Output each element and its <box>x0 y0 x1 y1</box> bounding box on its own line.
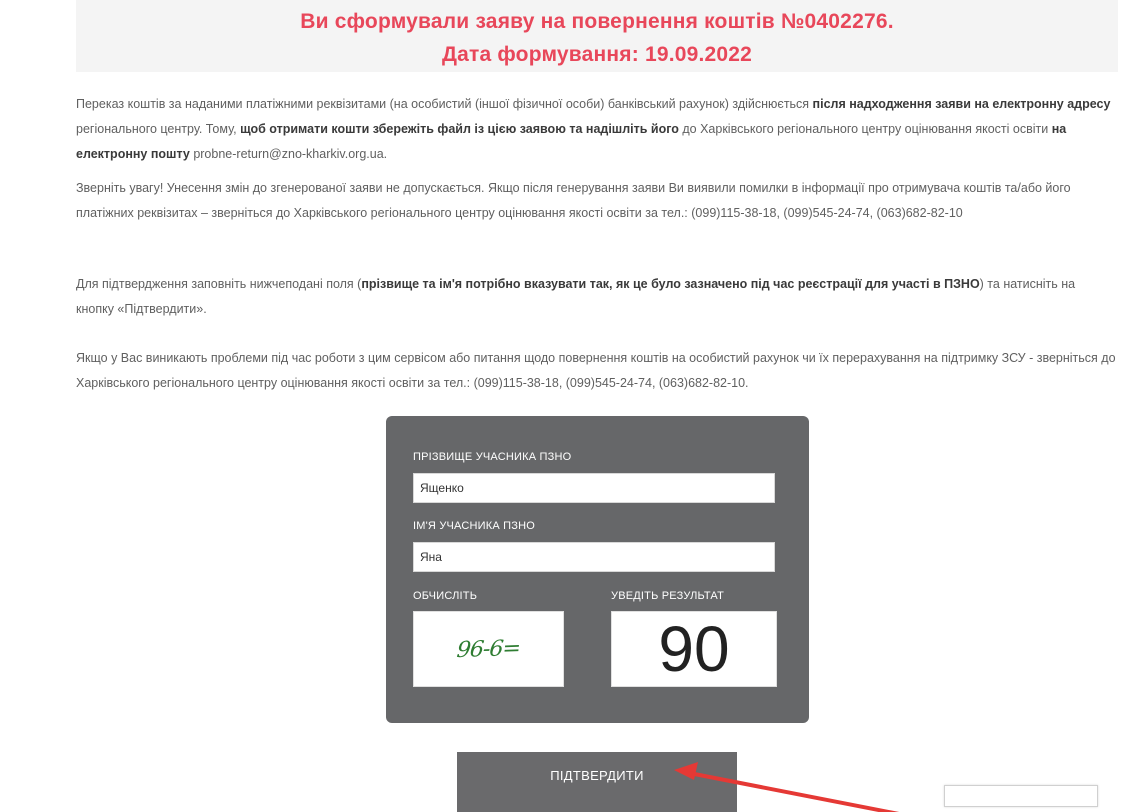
calc-label: ОБЧИСЛІТЬ <box>413 590 478 602</box>
result-input[interactable]: 90 <box>611 611 777 687</box>
bold-text-segment: щоб отримати кошти збережіть файл із ціє… <box>240 122 679 136</box>
text-segment: Для підтвердження заповніть нижчеподані … <box>76 277 362 291</box>
result-label: УВЕДІТЬ РЕЗУЛЬТАТ <box>611 590 725 602</box>
surname-input[interactable] <box>413 473 775 503</box>
support-contact-paragraph: Якщо у Вас виникають проблеми під час ро… <box>76 346 1116 396</box>
bold-text-segment: прізвище та ім'я потрібно вказувати так,… <box>361 277 980 291</box>
name-label: ІМ'Я УЧАСНИКА ПЗНО <box>413 520 535 532</box>
bold-text-segment: після надходження заяви на електронну ад… <box>812 97 1111 111</box>
application-date: Дата формування: 19.09.2022 <box>441 43 753 66</box>
text-segment: Якщо у Вас виникають проблеми під час ро… <box>76 351 1116 390</box>
confirmation-instructions-paragraph: Для підтвердження заповніть нижчеподані … <box>76 272 1116 322</box>
surname-label: ПРІЗВИЩЕ УЧАСНИКА ПЗНО <box>413 451 572 463</box>
result-value: 90 <box>658 613 730 685</box>
transfer-info-paragraph: Переказ коштів за наданими платіжними ре… <box>76 92 1116 167</box>
captcha-image: 96-6= <box>413 611 564 687</box>
name-input[interactable] <box>413 542 775 572</box>
text-segment: probne-return@zno-kharkiv.org.ua. <box>189 147 388 161</box>
application-header: Ви сформували заяву на повернення коштів… <box>76 0 1118 72</box>
text-segment: регіонального центру. Тому, <box>76 122 241 136</box>
text-segment: Зверніть увагу! Унесення змін до згенеро… <box>76 181 1071 220</box>
attention-paragraph: Зверніть увагу! Унесення змін до згенеро… <box>76 176 1116 226</box>
application-title: Ви сформували заяву на повернення коштів… <box>300 10 894 33</box>
text-segment: Переказ коштів за наданими платіжними ре… <box>76 97 813 111</box>
text-segment: до Харківського регіонального центру оці… <box>678 122 1052 136</box>
red-arrow-icon <box>674 762 900 812</box>
popup-corner <box>944 785 1098 807</box>
confirmation-form: ПРІЗВИЩЕ УЧАСНИКА ПЗНО ІМ'Я УЧАСНИКА ПЗН… <box>386 416 809 723</box>
captcha-text: 96-6= <box>455 635 522 663</box>
